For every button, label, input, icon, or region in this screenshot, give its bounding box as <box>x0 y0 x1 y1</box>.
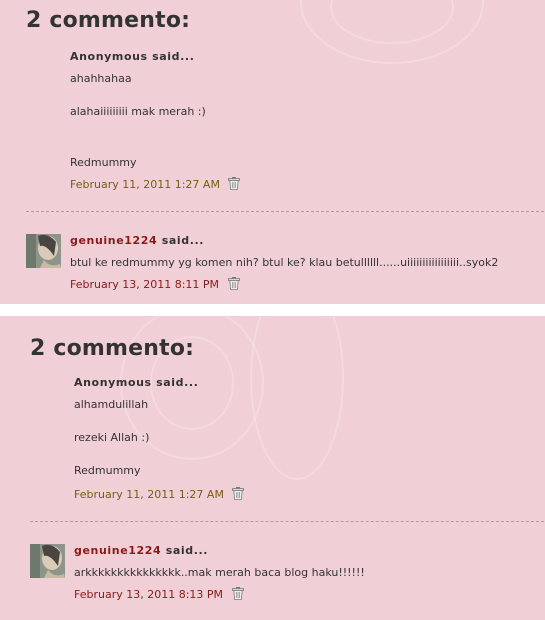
comment-text-line: arkkkkkkkkkkkkkkk..mak merah baca blog h… <box>74 566 365 579</box>
said-label: said... <box>165 544 209 557</box>
comment-date-link[interactable]: February 13, 2011 8:13 PM <box>74 587 244 603</box>
comment-text-line: alahaiiiiiiiii mak merah :) <box>70 105 206 118</box>
said-label: said... <box>161 234 205 247</box>
comments-heading: 2 commento: <box>30 336 195 361</box>
avatar[interactable] <box>30 544 65 578</box>
comment-author: Anonymous said... <box>70 50 195 63</box>
comment-text-line: ahahhahaa <box>70 72 132 85</box>
comment-date-link[interactable]: February 13, 2011 8:11 PM <box>70 277 240 293</box>
trash-icon[interactable] <box>231 587 244 603</box>
comment-text-line: btul ke redmummy yg komen nih? btul ke? … <box>70 256 499 269</box>
author-name-link[interactable]: genuine1224 <box>74 544 161 557</box>
avatar[interactable] <box>26 234 61 268</box>
comment-author: Anonymous said... <box>74 376 199 389</box>
comment-author: genuine1224 said... <box>70 234 204 247</box>
said-label: said... <box>152 50 195 63</box>
comment-divider <box>30 521 544 522</box>
comments-panel-1: 2 commento: Anonymous said... ahahhahaa … <box>0 0 545 304</box>
comment-divider <box>26 211 544 212</box>
comment-author: genuine1224 said... <box>74 544 208 557</box>
trash-icon[interactable] <box>227 277 240 293</box>
comment-date-link[interactable]: February 11, 2011 1:27 AM <box>70 177 241 193</box>
comments-heading: 2 commento: <box>26 8 191 33</box>
comment-date-link[interactable]: February 11, 2011 1:27 AM <box>74 487 245 503</box>
trash-icon[interactable] <box>228 177 241 193</box>
comment-text-line: Redmummy <box>74 464 141 477</box>
author-name: Anonymous <box>74 376 152 389</box>
comment-text-line: Redmummy <box>70 156 137 169</box>
trash-icon[interactable] <box>232 487 245 503</box>
author-name: Anonymous <box>70 50 148 63</box>
said-label: said... <box>156 376 199 389</box>
author-name-link[interactable]: genuine1224 <box>70 234 157 247</box>
comment-text-line: alhamdulillah <box>74 398 149 411</box>
comments-panel-2: 2 commento: Anonymous said... alhamdulil… <box>0 316 545 620</box>
comment-text-line: rezeki Allah :) <box>74 431 150 444</box>
